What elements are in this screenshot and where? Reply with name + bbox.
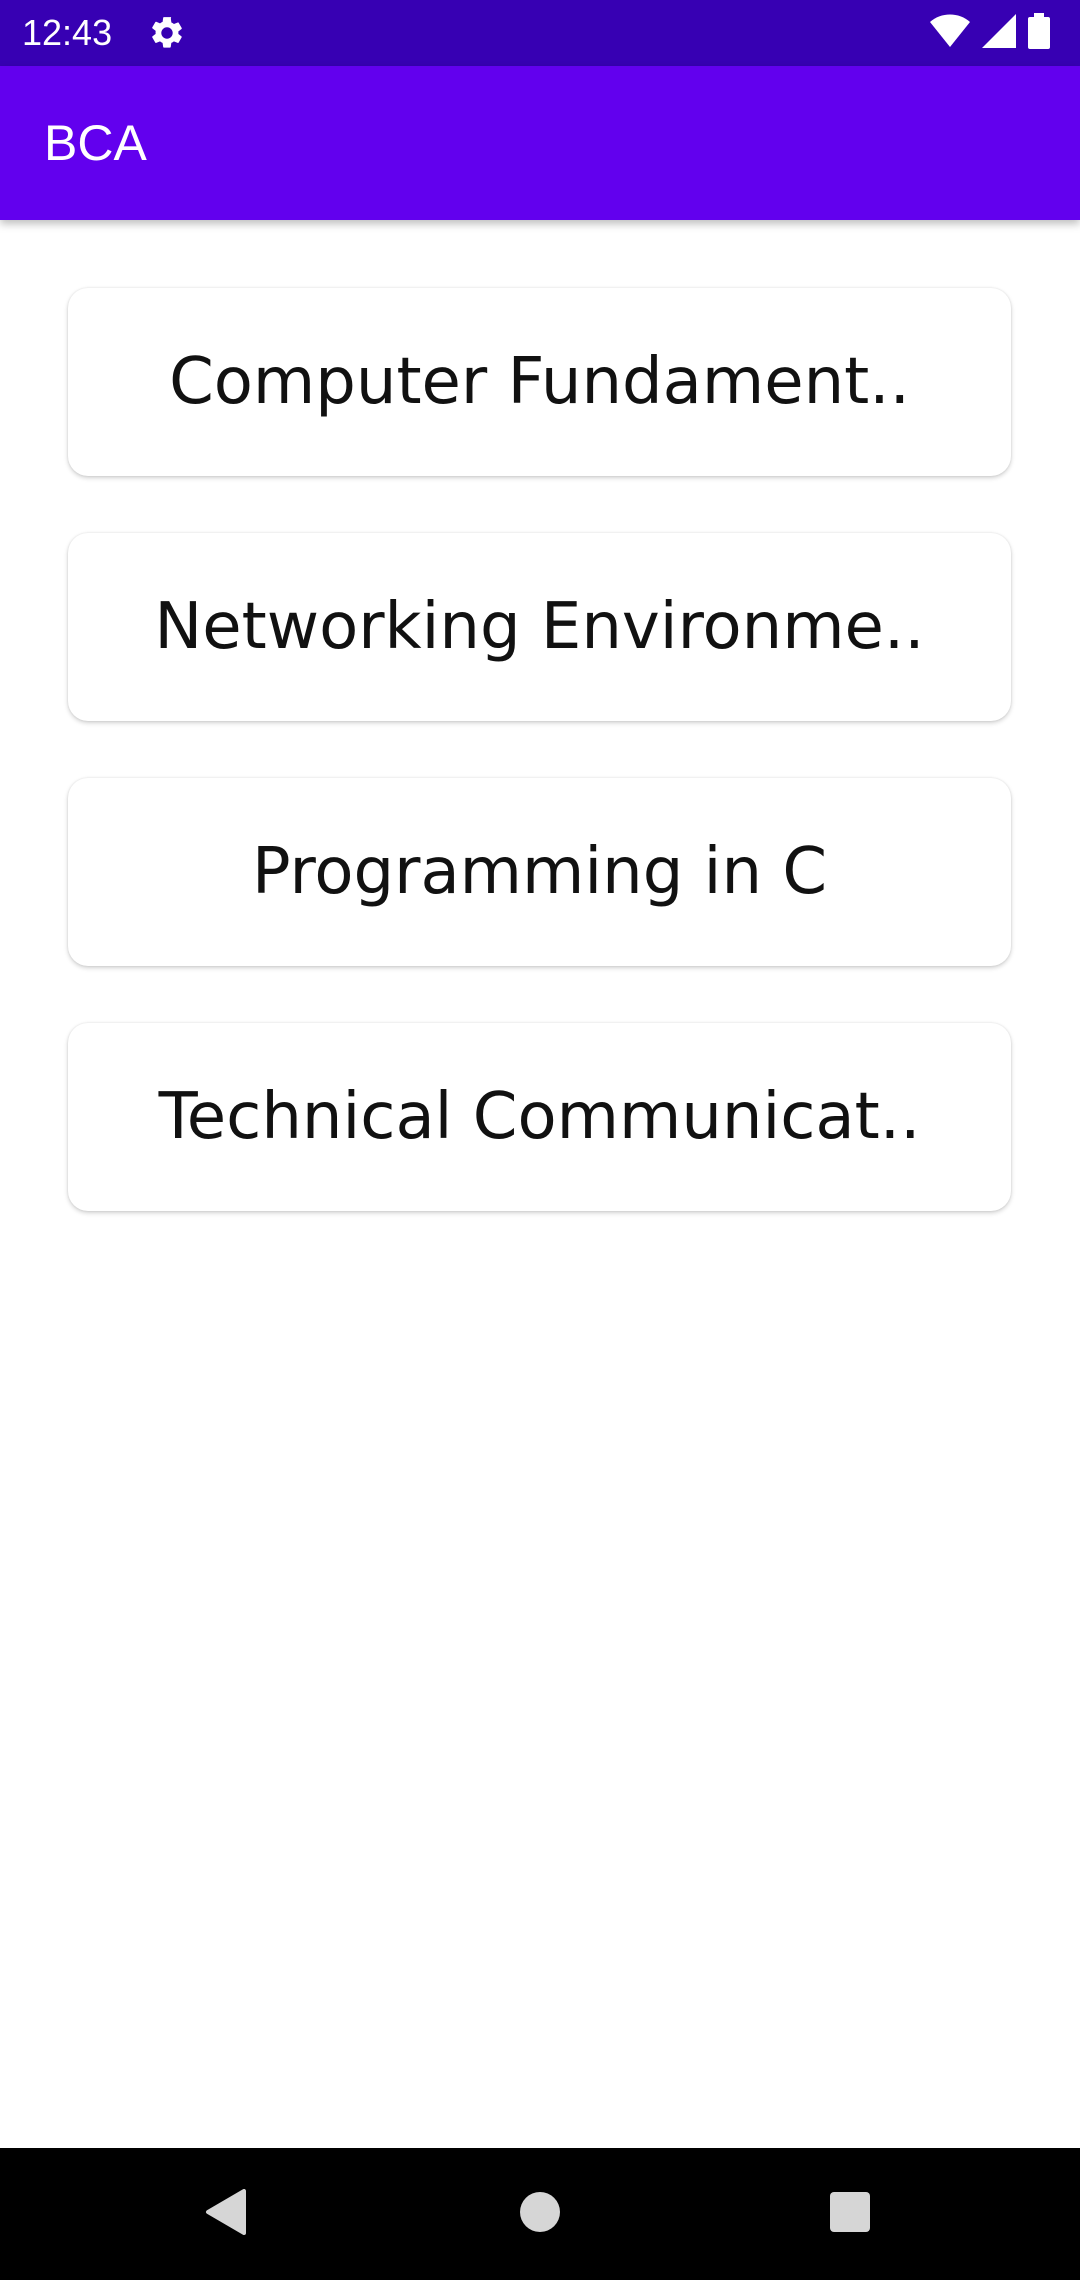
signal-icon — [982, 14, 1016, 52]
home-button[interactable] — [498, 2172, 582, 2256]
recents-icon — [829, 2191, 871, 2237]
status-icons — [930, 13, 1050, 53]
home-icon — [519, 2191, 561, 2237]
gear-icon — [148, 14, 186, 52]
status-bar: 12:43 — [0, 0, 1080, 66]
wifi-icon — [930, 14, 970, 52]
subject-card-label: Technical Communicat.. — [158, 1080, 921, 1154]
subject-card-networking-environment[interactable]: Networking Environme.. — [68, 533, 1011, 721]
navigation-bar — [0, 2148, 1080, 2280]
back-button[interactable] — [183, 2172, 267, 2256]
subject-card-programming-in-c[interactable]: Programming in C — [68, 778, 1011, 966]
subject-card-label: Programming in C — [251, 835, 828, 909]
subject-card-label: Computer Fundament.. — [169, 345, 910, 419]
app-bar: BCA — [0, 66, 1080, 220]
status-time: 12:43 — [22, 12, 113, 53]
app-title: BCA — [44, 115, 147, 171]
subject-card-label: Networking Environme.. — [154, 590, 925, 664]
recents-button[interactable] — [808, 2172, 892, 2256]
subject-card-computer-fundamentals[interactable]: Computer Fundament.. — [68, 288, 1011, 476]
subject-card-technical-communication[interactable]: Technical Communicat.. — [68, 1023, 1011, 1211]
subject-list: Computer Fundament.. Networking Environm… — [0, 220, 1080, 2148]
back-icon — [204, 2189, 246, 2239]
battery-icon — [1028, 13, 1050, 53]
